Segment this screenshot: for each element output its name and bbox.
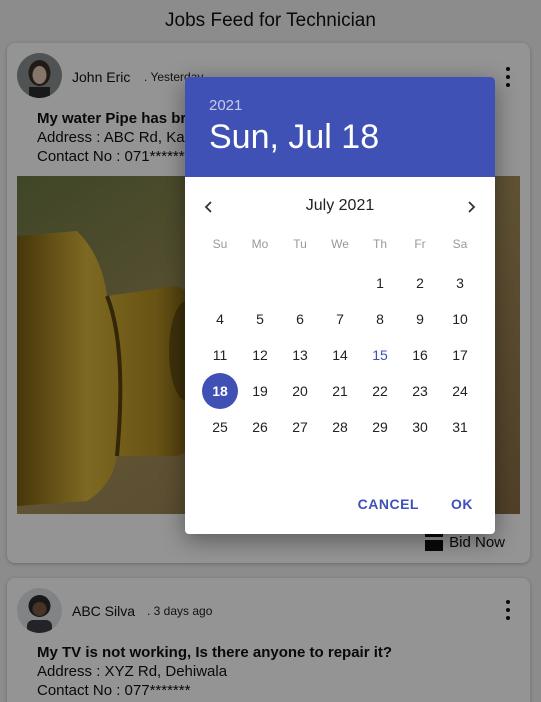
weekday-label: Sa	[452, 237, 468, 251]
calendar-day[interactable]: 28	[320, 409, 360, 445]
weekday-label: We	[331, 237, 349, 251]
chevron-right-icon	[468, 201, 476, 213]
calendar-day[interactable]: 21	[320, 373, 360, 409]
calendar-grid: 1 2 3 4 5 6 7 8 9 10 11 12 13 14 15 16 17 18 19 20 21 22 23 24 2…	[200, 265, 480, 445]
weekday-label: Su	[212, 237, 228, 251]
calendar-day[interactable]: 12	[240, 337, 280, 373]
calendar-day[interactable]: 6	[280, 301, 320, 337]
weekday-label: Tu	[293, 237, 307, 251]
calendar-day[interactable]: 4	[200, 301, 240, 337]
calendar-day[interactable]: 16	[400, 337, 440, 373]
calendar-day[interactable]: 2	[400, 265, 440, 301]
calendar-day[interactable]: 5	[240, 301, 280, 337]
calendar-day[interactable]: 25	[200, 409, 240, 445]
calendar-day[interactable]: 19	[240, 373, 280, 409]
weekday-label: Mo	[251, 237, 269, 251]
dialog-actions: CANCEL OK	[344, 488, 487, 520]
calendar-day[interactable]: 31	[440, 409, 480, 445]
calendar-day[interactable]: 18	[200, 373, 240, 409]
calendar-day[interactable]: 17	[440, 337, 480, 373]
month-navigation: July 2021	[185, 177, 495, 237]
calendar-day[interactable]: 26	[240, 409, 280, 445]
calendar-day[interactable]: 27	[280, 409, 320, 445]
calendar-day[interactable]: 20	[280, 373, 320, 409]
cancel-button[interactable]: CANCEL	[344, 488, 433, 520]
calendar-day[interactable]: 13	[280, 337, 320, 373]
next-month-button[interactable]	[459, 195, 483, 219]
weekday-header: Su Mo Tu We Th Fr Sa	[200, 237, 480, 251]
year-selector[interactable]: 2021	[209, 97, 471, 114]
weekday-label: Th	[372, 237, 387, 251]
calendar-day[interactable]: 7	[320, 301, 360, 337]
calendar-day[interactable]: 8	[360, 301, 400, 337]
calendar-day[interactable]: 14	[320, 337, 360, 373]
calendar-day[interactable]: 23	[400, 373, 440, 409]
selected-date-label: Sun, Jul 18	[209, 118, 380, 156]
calendar-day[interactable]: 22	[360, 373, 400, 409]
calendar-day[interactable]: 24	[440, 373, 480, 409]
weekday-label: Fr	[414, 237, 426, 251]
calendar-day[interactable]: 11	[200, 337, 240, 373]
calendar-day[interactable]: 10	[440, 301, 480, 337]
date-picker-dialog: 2021 Sun, Jul 18 July 2021 Su Mo Tu We Th Fr S…	[185, 77, 495, 534]
calendar-day[interactable]: 30	[400, 409, 440, 445]
calendar-day[interactable]: 29	[360, 409, 400, 445]
ok-button[interactable]: OK	[437, 488, 487, 520]
calendar-day[interactable]: 9	[400, 301, 440, 337]
month-label: July 2021	[305, 197, 375, 214]
calendar-day[interactable]: 1	[360, 265, 400, 301]
date-picker-header: 2021 Sun, Jul 18	[185, 77, 495, 177]
calendar-day[interactable]: 3	[440, 265, 480, 301]
calendar-day[interactable]: 15	[360, 337, 400, 373]
